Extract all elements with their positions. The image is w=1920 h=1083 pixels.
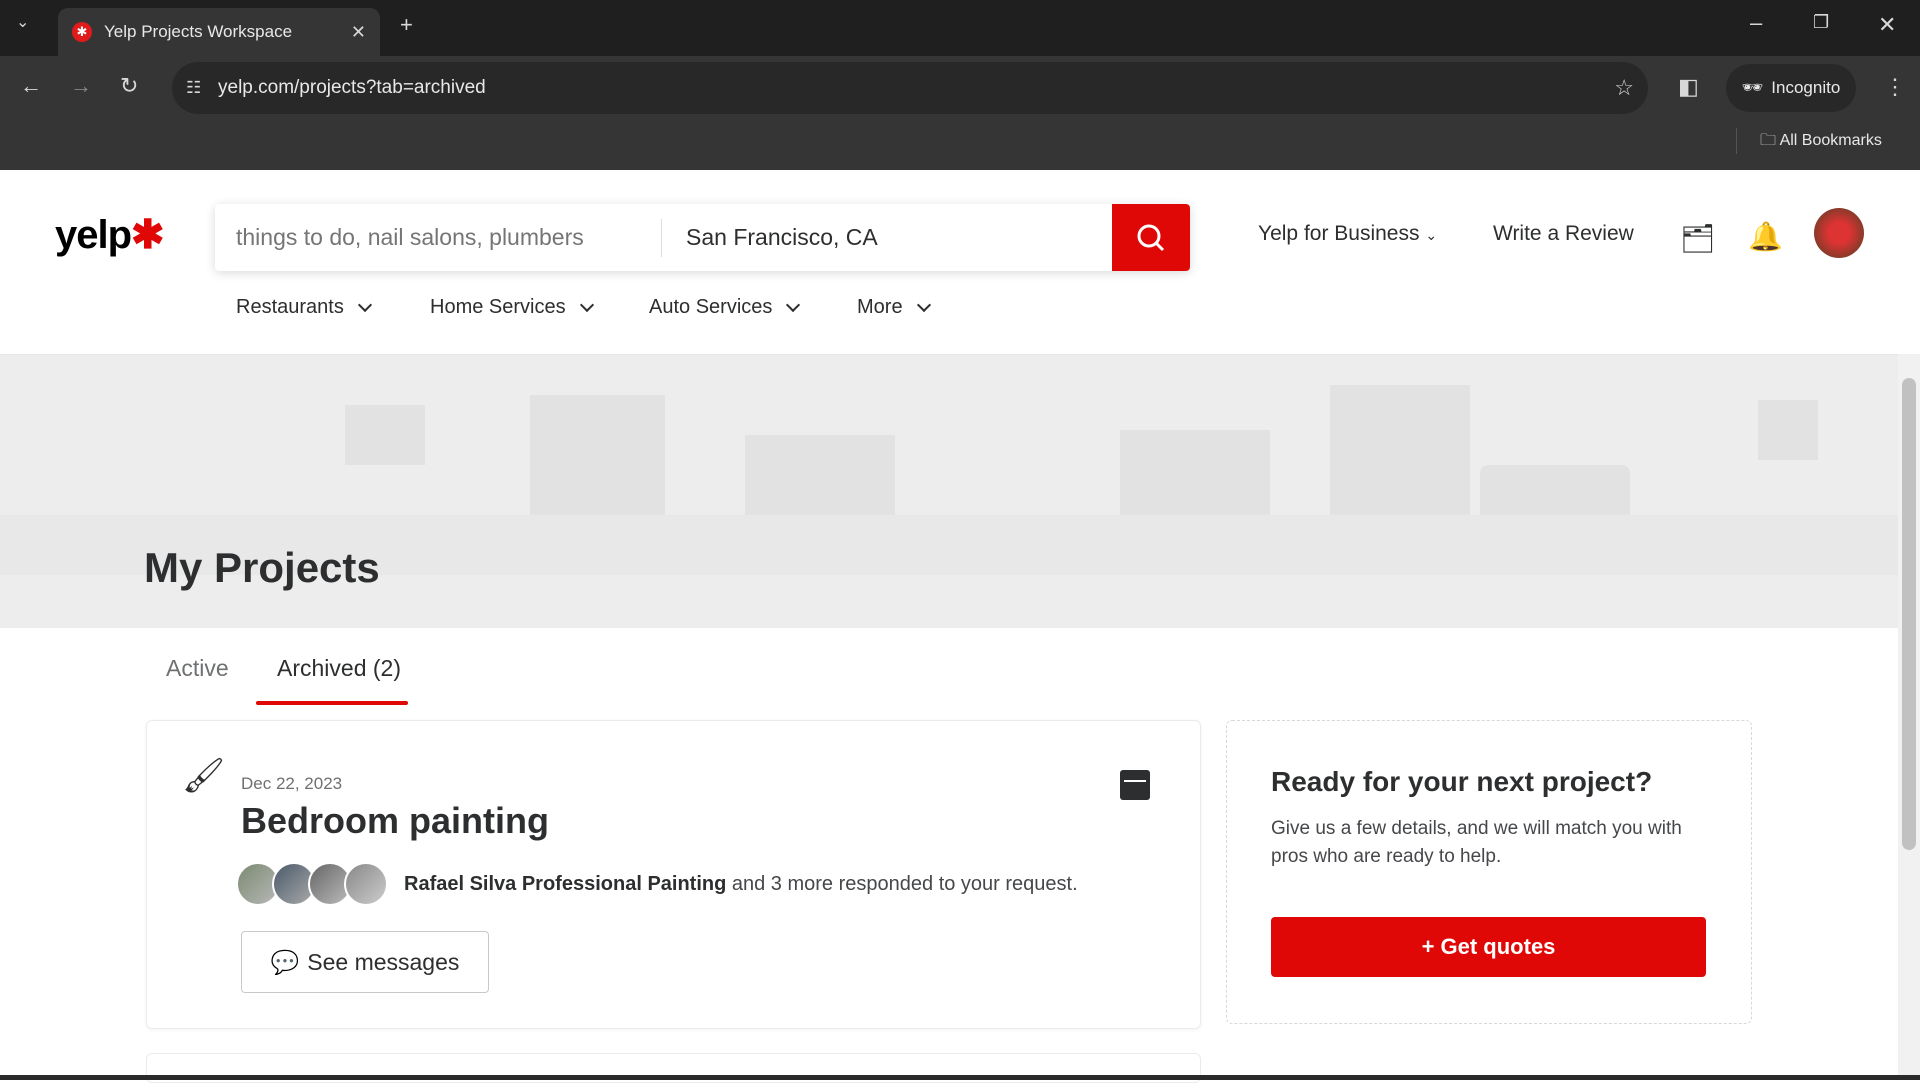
- tab-active[interactable]: Active: [166, 655, 229, 682]
- nav-label: Auto Services: [649, 296, 773, 318]
- projects-icon[interactable]: 🗂: [1680, 222, 1716, 255]
- search-icon: [1137, 224, 1165, 251]
- write-review-link[interactable]: Write a Review: [1493, 222, 1634, 246]
- active-tab-indicator: [256, 701, 408, 705]
- see-messages-button[interactable]: 💬 See messages: [241, 931, 489, 993]
- address-bar[interactable]: ☷ yelp.com/projects?tab=archived ☆: [172, 62, 1648, 114]
- project-date: Dec 22, 2023: [241, 774, 343, 793]
- business-label: Yelp for Business: [1258, 222, 1420, 245]
- location-input[interactable]: San Francisco, CA: [662, 224, 1112, 251]
- all-bookmarks[interactable]: 🗀 All Bookmarks: [1760, 129, 1882, 156]
- new-tab-icon[interactable]: +: [400, 12, 413, 38]
- divider: [1736, 128, 1737, 154]
- see-messages-label: See messages: [307, 948, 460, 975]
- nav-label: Restaurants: [236, 296, 344, 318]
- nav-auto-services[interactable]: Auto Services: [649, 296, 801, 319]
- search-bar: things to do, nail salons, plumbers San …: [215, 204, 1190, 271]
- nav-restaurants[interactable]: Restaurants: [236, 296, 372, 319]
- paintbrush-icon: 🖌: [182, 757, 226, 795]
- nav-more[interactable]: More: [857, 296, 931, 319]
- side-panel-icon[interactable]: ◧: [1678, 74, 1699, 100]
- browser-tab[interactable]: ✱ Yelp Projects Workspace ✕: [58, 8, 380, 56]
- folder-icon: 🗀: [1760, 132, 1780, 149]
- site-info-icon[interactable]: ☷: [186, 78, 201, 98]
- bottom-edge: [0, 1075, 1920, 1080]
- next-project-text: Give us a few details, and we will match…: [1271, 818, 1682, 867]
- restore-icon[interactable]: ❐: [1813, 12, 1829, 33]
- reload-icon[interactable]: ↻: [120, 73, 138, 99]
- incognito-badge[interactable]: 🕶 Incognito: [1726, 64, 1856, 112]
- browser-tab-bar: ⌄ ✱ Yelp Projects Workspace ✕ + – ❐ ✕: [0, 0, 1920, 56]
- chevron-down-icon: [357, 297, 372, 312]
- yelp-logo[interactable]: yelp✱: [55, 212, 165, 258]
- notification-bell-icon[interactable]: 🔔: [1748, 220, 1783, 253]
- next-project-heading: Ready for your next project?: [1271, 766, 1653, 797]
- url-text: yelp.com/projects?tab=archived: [218, 77, 486, 98]
- tab-search-icon[interactable]: ⌄: [16, 12, 29, 32]
- bookmark-star-icon[interactable]: ☆: [1614, 75, 1634, 101]
- chevron-down-icon: [786, 297, 801, 312]
- back-icon[interactable]: ←: [20, 73, 42, 99]
- menu-icon[interactable]: ⋮: [1884, 74, 1906, 100]
- responder-name[interactable]: Rafael Silva Professional Painting: [404, 873, 726, 895]
- response-summary: Rafael Silva Professional Painting and 3…: [404, 873, 1078, 896]
- minimize-icon[interactable]: –: [1750, 10, 1762, 36]
- all-bookmarks-label: All Bookmarks: [1779, 132, 1882, 149]
- yelp-favicon-icon: ✱: [72, 22, 92, 42]
- close-window-icon[interactable]: ✕: [1878, 12, 1896, 38]
- nav-label: Home Services: [430, 296, 566, 318]
- chevron-down-icon: [579, 297, 594, 312]
- close-tab-icon[interactable]: ✕: [351, 22, 366, 43]
- archive-icon[interactable]: [1120, 770, 1150, 800]
- avatar: [344, 862, 388, 906]
- scrollbar-thumb[interactable]: [1902, 378, 1916, 850]
- nav-home-services[interactable]: Home Services: [430, 296, 594, 319]
- tab-title: Yelp Projects Workspace: [104, 22, 293, 41]
- responder-avatars: [236, 862, 388, 906]
- response-text: and 3 more responded to your request.: [726, 873, 1078, 895]
- page-title: My Projects: [144, 544, 380, 591]
- project-title[interactable]: Bedroom painting: [241, 800, 549, 842]
- nav-label: More: [857, 296, 903, 318]
- tab-archived[interactable]: Archived (2): [277, 655, 401, 682]
- incognito-icon: 🕶: [1741, 78, 1764, 97]
- chevron-down-icon: [916, 297, 931, 312]
- search-button[interactable]: [1112, 204, 1190, 271]
- search-input[interactable]: things to do, nail salons, plumbers: [215, 218, 662, 257]
- yelp-for-business-menu[interactable]: Yelp for Business ⌄: [1258, 222, 1437, 246]
- chat-bubble-icon: 💬: [270, 948, 300, 975]
- incognito-label: Incognito: [1771, 78, 1841, 97]
- forward-icon[interactable]: →: [70, 73, 92, 99]
- avatar[interactable]: [1814, 208, 1864, 258]
- chevron-down-icon: ⌄: [1425, 227, 1438, 243]
- get-quotes-button[interactable]: + Get quotes: [1271, 917, 1706, 977]
